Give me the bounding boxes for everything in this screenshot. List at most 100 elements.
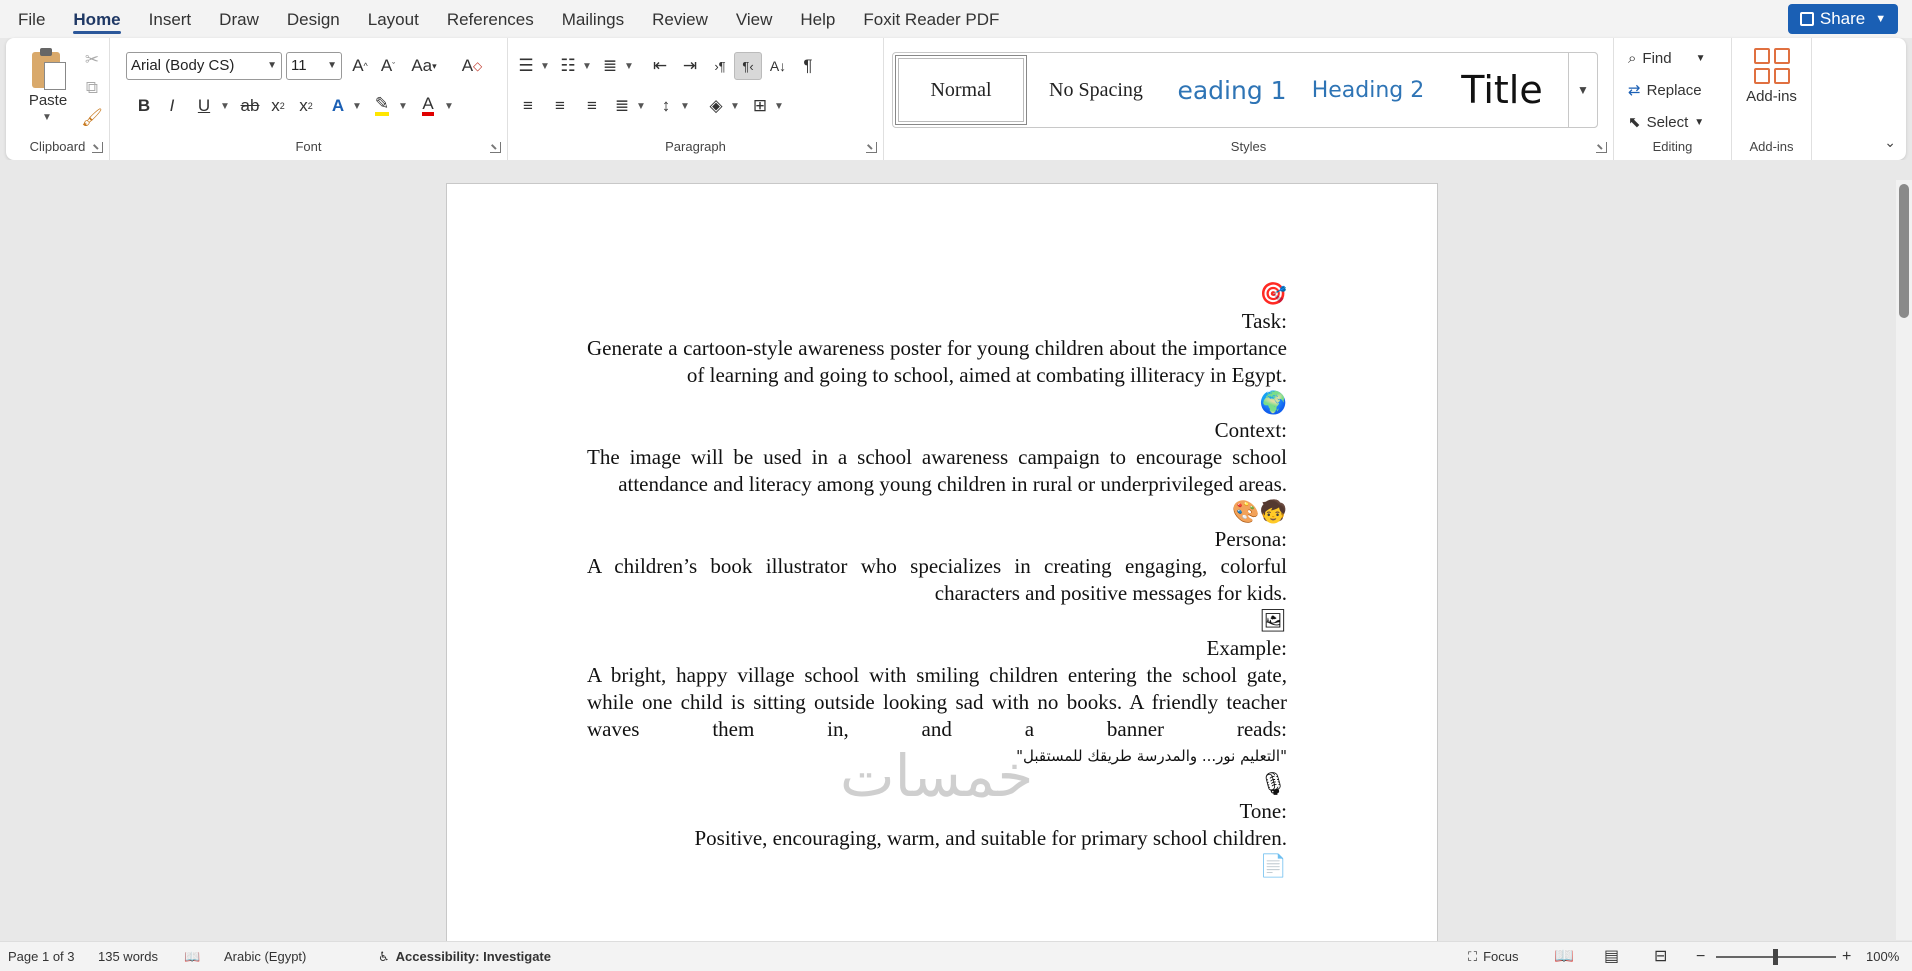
search-icon: ⌕ [1628,49,1637,67]
chevron-down-icon[interactable]: ▼ [726,92,744,120]
focus-label: Focus [1483,949,1519,964]
read-mode-icon[interactable]: 📖 [1554,942,1574,971]
change-case-icon[interactable]: Aa ▾ [406,52,442,80]
scrollbar-thumb[interactable] [1899,184,1909,318]
find-label: Find [1642,49,1672,67]
chevron-down-icon[interactable]: ▼ [770,92,788,120]
tab-insert[interactable]: Insert [135,0,206,38]
tab-layout[interactable]: Layout [354,0,433,38]
chevron-down-icon[interactable]: ▼ [536,52,554,80]
left-to-right-icon[interactable]: ›¶ [706,52,734,80]
chevron-down-icon[interactable]: ▼ [42,112,52,123]
persona-body: A children’s book illustrator who specia… [587,554,1287,605]
format-painter-icon[interactable]: 🖌 [78,104,106,132]
web-layout-icon[interactable]: ⊟ [1654,942,1667,971]
tab-references[interactable]: References [433,0,548,38]
replace-button[interactable]: ⇄ Replace [1628,78,1702,102]
align-right-icon[interactable]: ≡ [578,92,606,120]
tab-design[interactable]: Design [273,0,354,38]
chevron-down-icon[interactable]: ▼ [348,92,366,120]
paste-button[interactable]: Paste [20,92,76,109]
tab-help[interactable]: Help [786,0,849,38]
font-color-icon[interactable]: A [414,92,442,120]
find-button[interactable]: ⌕ Find ▼ [1628,46,1706,70]
menu-bar: File Home Insert Draw Design Layout Refe… [0,0,1912,38]
tab-home[interactable]: Home [59,0,134,38]
font-group-label: Font [295,139,322,154]
style-normal[interactable]: Normal [895,55,1027,125]
show-formatting-marks-icon[interactable]: ¶ [794,52,822,80]
clear-formatting-icon[interactable]: A ◇ [458,52,486,80]
styles-launcher-icon[interactable] [1596,142,1607,153]
accessibility-status[interactable]: ♿ Accessibility: Investigate [378,942,551,971]
ribbon-collapse-icon[interactable]: ⌄ [1884,134,1896,151]
chevron-down-icon[interactable]: ▼ [216,92,234,120]
word-count[interactable]: 135 words [98,942,158,971]
style-no-spacing[interactable]: No Spacing [1029,55,1163,125]
style-title[interactable]: Title [1437,55,1567,125]
font-size-select[interactable]: 11 ▼ [286,52,342,80]
style-heading-1[interactable]: eading 1 [1165,55,1299,125]
decrease-indent-icon[interactable]: ⇤ [646,52,674,80]
copy-icon[interactable]: ⧉ [78,74,106,102]
italic-icon[interactable]: I [158,92,186,120]
font-launcher-icon[interactable] [490,142,501,153]
language-indicator[interactable]: Arabic (Egypt) [224,942,306,971]
page-count[interactable]: Page 1 of 3 [8,942,75,971]
bold-icon[interactable]: B [130,92,158,120]
document-page[interactable]: 🎯 Task: Generate a cartoon-style awarene… [446,183,1438,963]
chevron-down-icon[interactable]: ▼ [632,92,650,120]
zoom-slider-thumb[interactable] [1773,949,1778,965]
grow-font-icon[interactable]: A ^ [346,52,374,80]
tab-review[interactable]: Review [638,0,722,38]
tab-view[interactable]: View [722,0,787,38]
example-body: A bright, happy village school with smil… [587,663,1287,741]
shrink-font-icon[interactable]: Aˇ [374,52,402,80]
chevron-down-icon[interactable]: ▼ [578,52,596,80]
cut-icon[interactable]: ✂ [78,46,106,74]
strikethrough-icon[interactable]: ab [236,92,264,120]
style-heading-2[interactable]: Heading 2 [1301,55,1435,125]
vertical-scrollbar[interactable] [1896,180,1912,940]
select-button[interactable]: ⬉ Select ▼ [1628,110,1704,134]
zoom-in-icon[interactable]: + [1842,942,1851,971]
share-label: Share [1819,9,1866,28]
print-layout-icon[interactable]: ▤ [1604,942,1619,971]
highlight-icon[interactable]: ✎ [368,92,396,120]
chevron-down-icon[interactable]: ▼ [676,92,694,120]
paste-icon[interactable] [28,48,68,92]
right-to-left-icon[interactable]: ¶‹ [734,52,762,80]
zoom-level[interactable]: 100% [1866,942,1899,971]
align-center-icon[interactable]: ≡ [546,92,574,120]
styles-more-icon[interactable]: ▼ [1568,52,1598,128]
document-area: 🎯 Task: Generate a cartoon-style awarene… [0,160,1912,963]
zoom-out-icon[interactable]: − [1696,942,1705,971]
superscript-icon[interactable]: x2 [292,92,320,120]
tab-draw[interactable]: Draw [205,0,273,38]
replace-icon: ⇄ [1628,82,1641,99]
clipboard-launcher-icon[interactable] [92,142,103,153]
tab-foxit-reader-pdf[interactable]: Foxit Reader PDF [849,0,1013,38]
context-body: The image will be used in a school aware… [587,445,1287,496]
paragraph-launcher-icon[interactable] [866,142,877,153]
addins-group: Add-ins Add-ins [1732,38,1812,160]
share-button[interactable]: Share ▼ [1788,4,1898,34]
globe-icon: 🌍 [1259,390,1287,415]
proofing-icon[interactable]: 📖 [184,942,200,971]
tab-file[interactable]: File [0,0,59,38]
align-left-icon[interactable]: ≡ [514,92,542,120]
focus-button[interactable]: ⛶ Focus [1468,942,1519,971]
addins-icon[interactable] [1754,48,1790,84]
chevron-down-icon[interactable]: ▼ [620,52,638,80]
increase-indent-icon[interactable]: ⇥ [676,52,704,80]
chevron-down-icon[interactable]: ▼ [440,92,458,120]
tab-mailings[interactable]: Mailings [548,0,638,38]
watermark: خمسات [840,742,1034,810]
sort-icon[interactable]: A↓ [764,52,792,80]
addins-button[interactable]: Add-ins [1732,88,1811,105]
chevron-down-icon: ▼ [1875,13,1887,25]
subscript-icon[interactable]: x2 [264,92,292,120]
chevron-down-icon[interactable]: ▼ [394,92,412,120]
underline-icon[interactable]: U [190,92,218,120]
font-name-select[interactable]: Arial (Body CS) ▼ [126,52,282,80]
